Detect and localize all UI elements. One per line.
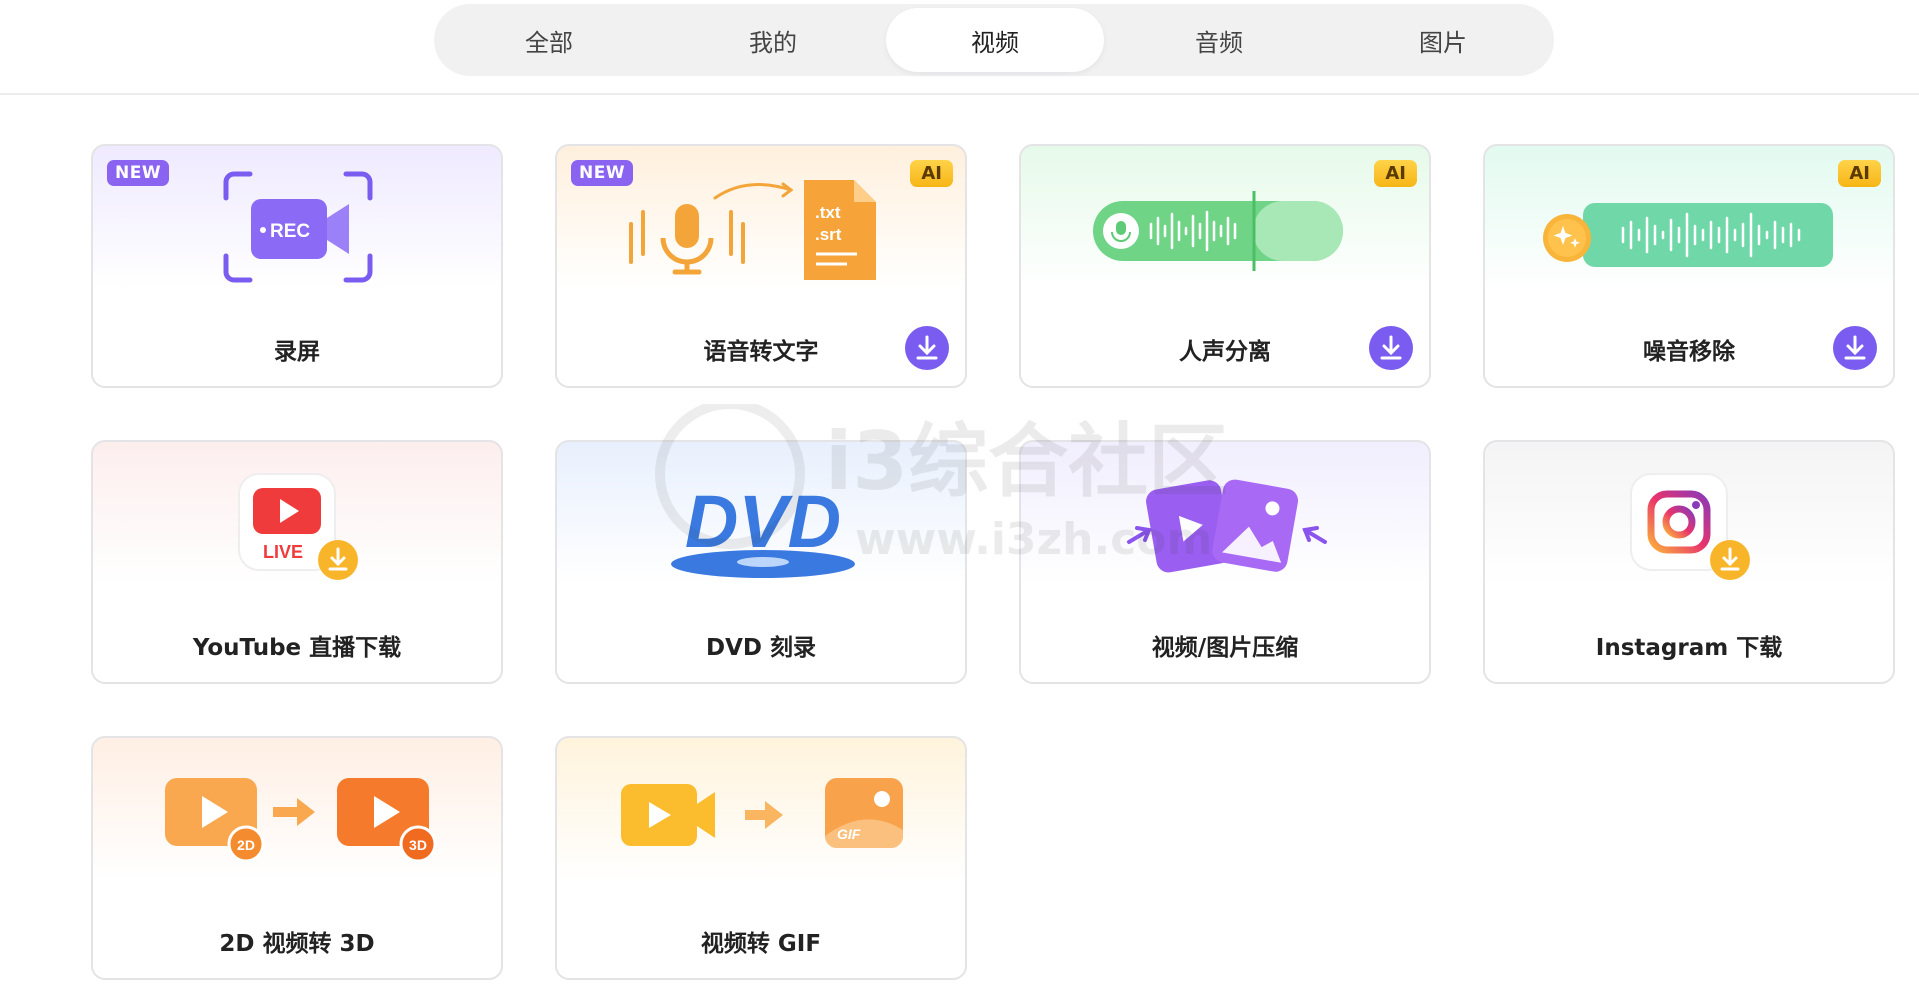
- header-divider: [0, 93, 1919, 95]
- speech-to-text-icon: .txt .srt: [629, 180, 876, 280]
- txt-ext: .txt: [815, 203, 841, 222]
- 2d-to-3d-icon: 2D 3D: [165, 778, 437, 863]
- tab-all[interactable]: 全部: [440, 8, 658, 72]
- download-icon: [916, 335, 938, 360]
- tool-label: 2D 视频转 3D: [219, 931, 375, 957]
- tool-card-noise-removal[interactable]: AI 噪音移除: [1483, 144, 1895, 388]
- compress-icon: [1127, 479, 1327, 573]
- tool-label: 视频/图片压缩: [1151, 635, 1299, 661]
- gif-text: GIF: [837, 826, 861, 842]
- tool-card-dvd-burn[interactable]: DVD DVD 刻录: [555, 440, 967, 684]
- tool-label: 视频转 GIF: [700, 931, 822, 957]
- tab-audio[interactable]: 音频: [1110, 8, 1328, 72]
- tab-mine[interactable]: 我的: [664, 8, 882, 72]
- tab-image[interactable]: 图片: [1334, 8, 1552, 72]
- live-text: LIVE: [263, 542, 303, 562]
- tool-label: 人声分离: [1179, 339, 1271, 365]
- tool-card-video-to-gif[interactable]: GIF 视频转 GIF: [555, 736, 967, 980]
- tool-label: DVD 刻录: [706, 635, 816, 661]
- download-button[interactable]: [905, 326, 949, 370]
- download-icon: [1380, 335, 1402, 360]
- tool-card-2d-to-3d[interactable]: 2D 3D 2D 视频转 3D: [91, 736, 503, 980]
- tool-label: 噪音移除: [1643, 339, 1735, 365]
- instagram-icon: [1630, 473, 1750, 580]
- download-button[interactable]: [1369, 326, 1413, 370]
- rec-text: REC: [270, 221, 310, 242]
- rec-camera-icon: REC: [223, 171, 373, 283]
- tool-card-compress[interactable]: 视频/图片压缩: [1019, 440, 1431, 684]
- download-button[interactable]: [1833, 326, 1877, 370]
- 3d-text: 3D: [409, 837, 427, 853]
- vocal-separation-icon: [1093, 191, 1343, 271]
- category-tab-bar: 全部 我的 视频 音频 图片: [434, 4, 1554, 76]
- tool-card-youtube-live[interactable]: LIVE YouTube 直播下载: [91, 440, 503, 684]
- youtube-live-icon: LIVE: [238, 473, 358, 580]
- srt-ext: .srt: [815, 225, 842, 244]
- tool-card-screen-record[interactable]: NEW REC 录屏: [91, 144, 503, 388]
- dvd-logo-text: DVD: [685, 480, 841, 563]
- tool-label: 语音转文字: [703, 339, 819, 365]
- 2d-text: 2D: [237, 837, 255, 853]
- noise-removal-icon: [1543, 203, 1833, 267]
- tab-video[interactable]: 视频: [886, 8, 1104, 72]
- tool-label: YouTube 直播下载: [192, 635, 402, 661]
- video-to-gif-icon: GIF: [621, 778, 903, 848]
- tool-label: Instagram 下载: [1595, 635, 1783, 661]
- tool-label: 录屏: [274, 339, 320, 365]
- tool-card-instagram[interactable]: Instagram 下载: [1483, 440, 1895, 684]
- tool-card-speech-to-text[interactable]: NEW AI .txt .srt 语音转文字: [555, 144, 967, 388]
- download-icon: [1844, 335, 1866, 360]
- dvd-icon: DVD: [671, 480, 855, 578]
- tool-card-vocal-separation[interactable]: AI 人声分离: [1019, 144, 1431, 388]
